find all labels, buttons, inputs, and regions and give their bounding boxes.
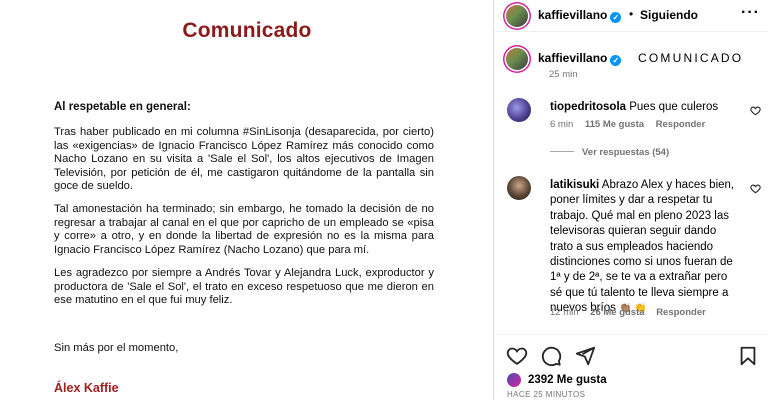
bookmark-save-icon[interactable] bbox=[737, 345, 759, 367]
heart-icon[interactable] bbox=[750, 105, 761, 119]
caption-text: COMUNICADO bbox=[638, 51, 744, 65]
comment-meta: 6 min 115 Me gusta Responder bbox=[550, 119, 714, 130]
statement-paragraph: Tal amonestación ha terminado; sin embar… bbox=[54, 203, 434, 256]
post-image[interactable]: Comunicado Al respetable en general: Tra… bbox=[0, 0, 494, 400]
share-paper-plane-icon[interactable] bbox=[574, 345, 596, 367]
comment-text: Pues que culeros bbox=[629, 101, 719, 113]
reply-button[interactable]: Responder bbox=[656, 119, 706, 130]
caption-time[interactable]: 25 min bbox=[549, 69, 578, 80]
more-horizontal-icon[interactable]: ··· bbox=[741, 4, 760, 22]
post-actions: 2392 Me gusta HACE 25 MINUTOS bbox=[495, 334, 768, 400]
comment-time[interactable]: 12 min bbox=[550, 307, 579, 318]
liker-avatar bbox=[507, 373, 521, 387]
avatar[interactable] bbox=[506, 5, 528, 27]
comment-text: Abrazo Alex y haces bien, poner límites … bbox=[550, 179, 735, 315]
statement-closing: Sin más por el momento, bbox=[54, 342, 179, 354]
separator-dot: • bbox=[629, 7, 634, 21]
post-timestamp[interactable]: HACE 25 MINUTOS bbox=[507, 390, 585, 399]
verified-badge-icon: ✓ bbox=[610, 55, 622, 66]
view-replies-button[interactable]: Ver respuestas (54) bbox=[550, 147, 669, 158]
commenter-username[interactable]: latikisuki bbox=[550, 179, 599, 191]
comment-time[interactable]: 6 min bbox=[550, 119, 573, 130]
caption-username[interactable]: kaffievillano ✓ bbox=[538, 51, 622, 66]
statement-greeting: Al respetable en general: bbox=[54, 101, 191, 113]
commenter-username[interactable]: tiopedritosola bbox=[550, 101, 626, 113]
verified-badge-icon: ✓ bbox=[610, 12, 622, 23]
statement-paragraph: Tras haber publicado en mi columna #SinL… bbox=[54, 126, 434, 193]
caption-avatar[interactable] bbox=[506, 48, 528, 70]
likes-count[interactable]: 2392 Me gusta bbox=[528, 374, 607, 386]
post-header: kaffievillano ✓ • Siguiendo ··· bbox=[495, 0, 768, 32]
like-heart-icon[interactable] bbox=[506, 345, 528, 367]
comment-body: latikisuki Abrazo Alex y haces bien, pon… bbox=[550, 178, 735, 317]
reply-button[interactable]: Responder bbox=[656, 307, 706, 318]
view-replies-label[interactable]: Ver respuestas (54) bbox=[582, 147, 669, 158]
author-username-text[interactable]: kaffievillano bbox=[538, 8, 607, 22]
comments-panel: kaffievillano ✓ • Siguiendo ··· kaffievil… bbox=[495, 0, 768, 400]
following-button[interactable]: Siguiendo bbox=[640, 8, 698, 22]
comment-meta: 12 min 26 Me gusta Responder bbox=[550, 307, 715, 318]
author-username[interactable]: kaffievillano ✓ bbox=[538, 8, 622, 23]
caption-username-text[interactable]: kaffievillano bbox=[538, 51, 607, 65]
replies-divider bbox=[550, 151, 574, 152]
statement-title: Comunicado bbox=[182, 19, 312, 42]
comment-body: tiopedritosola Pues que culeros bbox=[550, 100, 718, 115]
statement-paragraph: Les agradezco por siempre a Andrés Tovar… bbox=[54, 267, 434, 307]
comment-likes[interactable]: 26 Me gusta bbox=[590, 307, 644, 318]
heart-icon[interactable] bbox=[750, 183, 761, 197]
comment-likes[interactable]: 115 Me gusta bbox=[585, 119, 644, 130]
statement-signature: Álex Kaffie bbox=[54, 381, 119, 395]
commenter-avatar[interactable] bbox=[507, 98, 531, 122]
comment-bubble-icon[interactable] bbox=[540, 345, 562, 367]
commenter-avatar[interactable] bbox=[507, 176, 531, 200]
